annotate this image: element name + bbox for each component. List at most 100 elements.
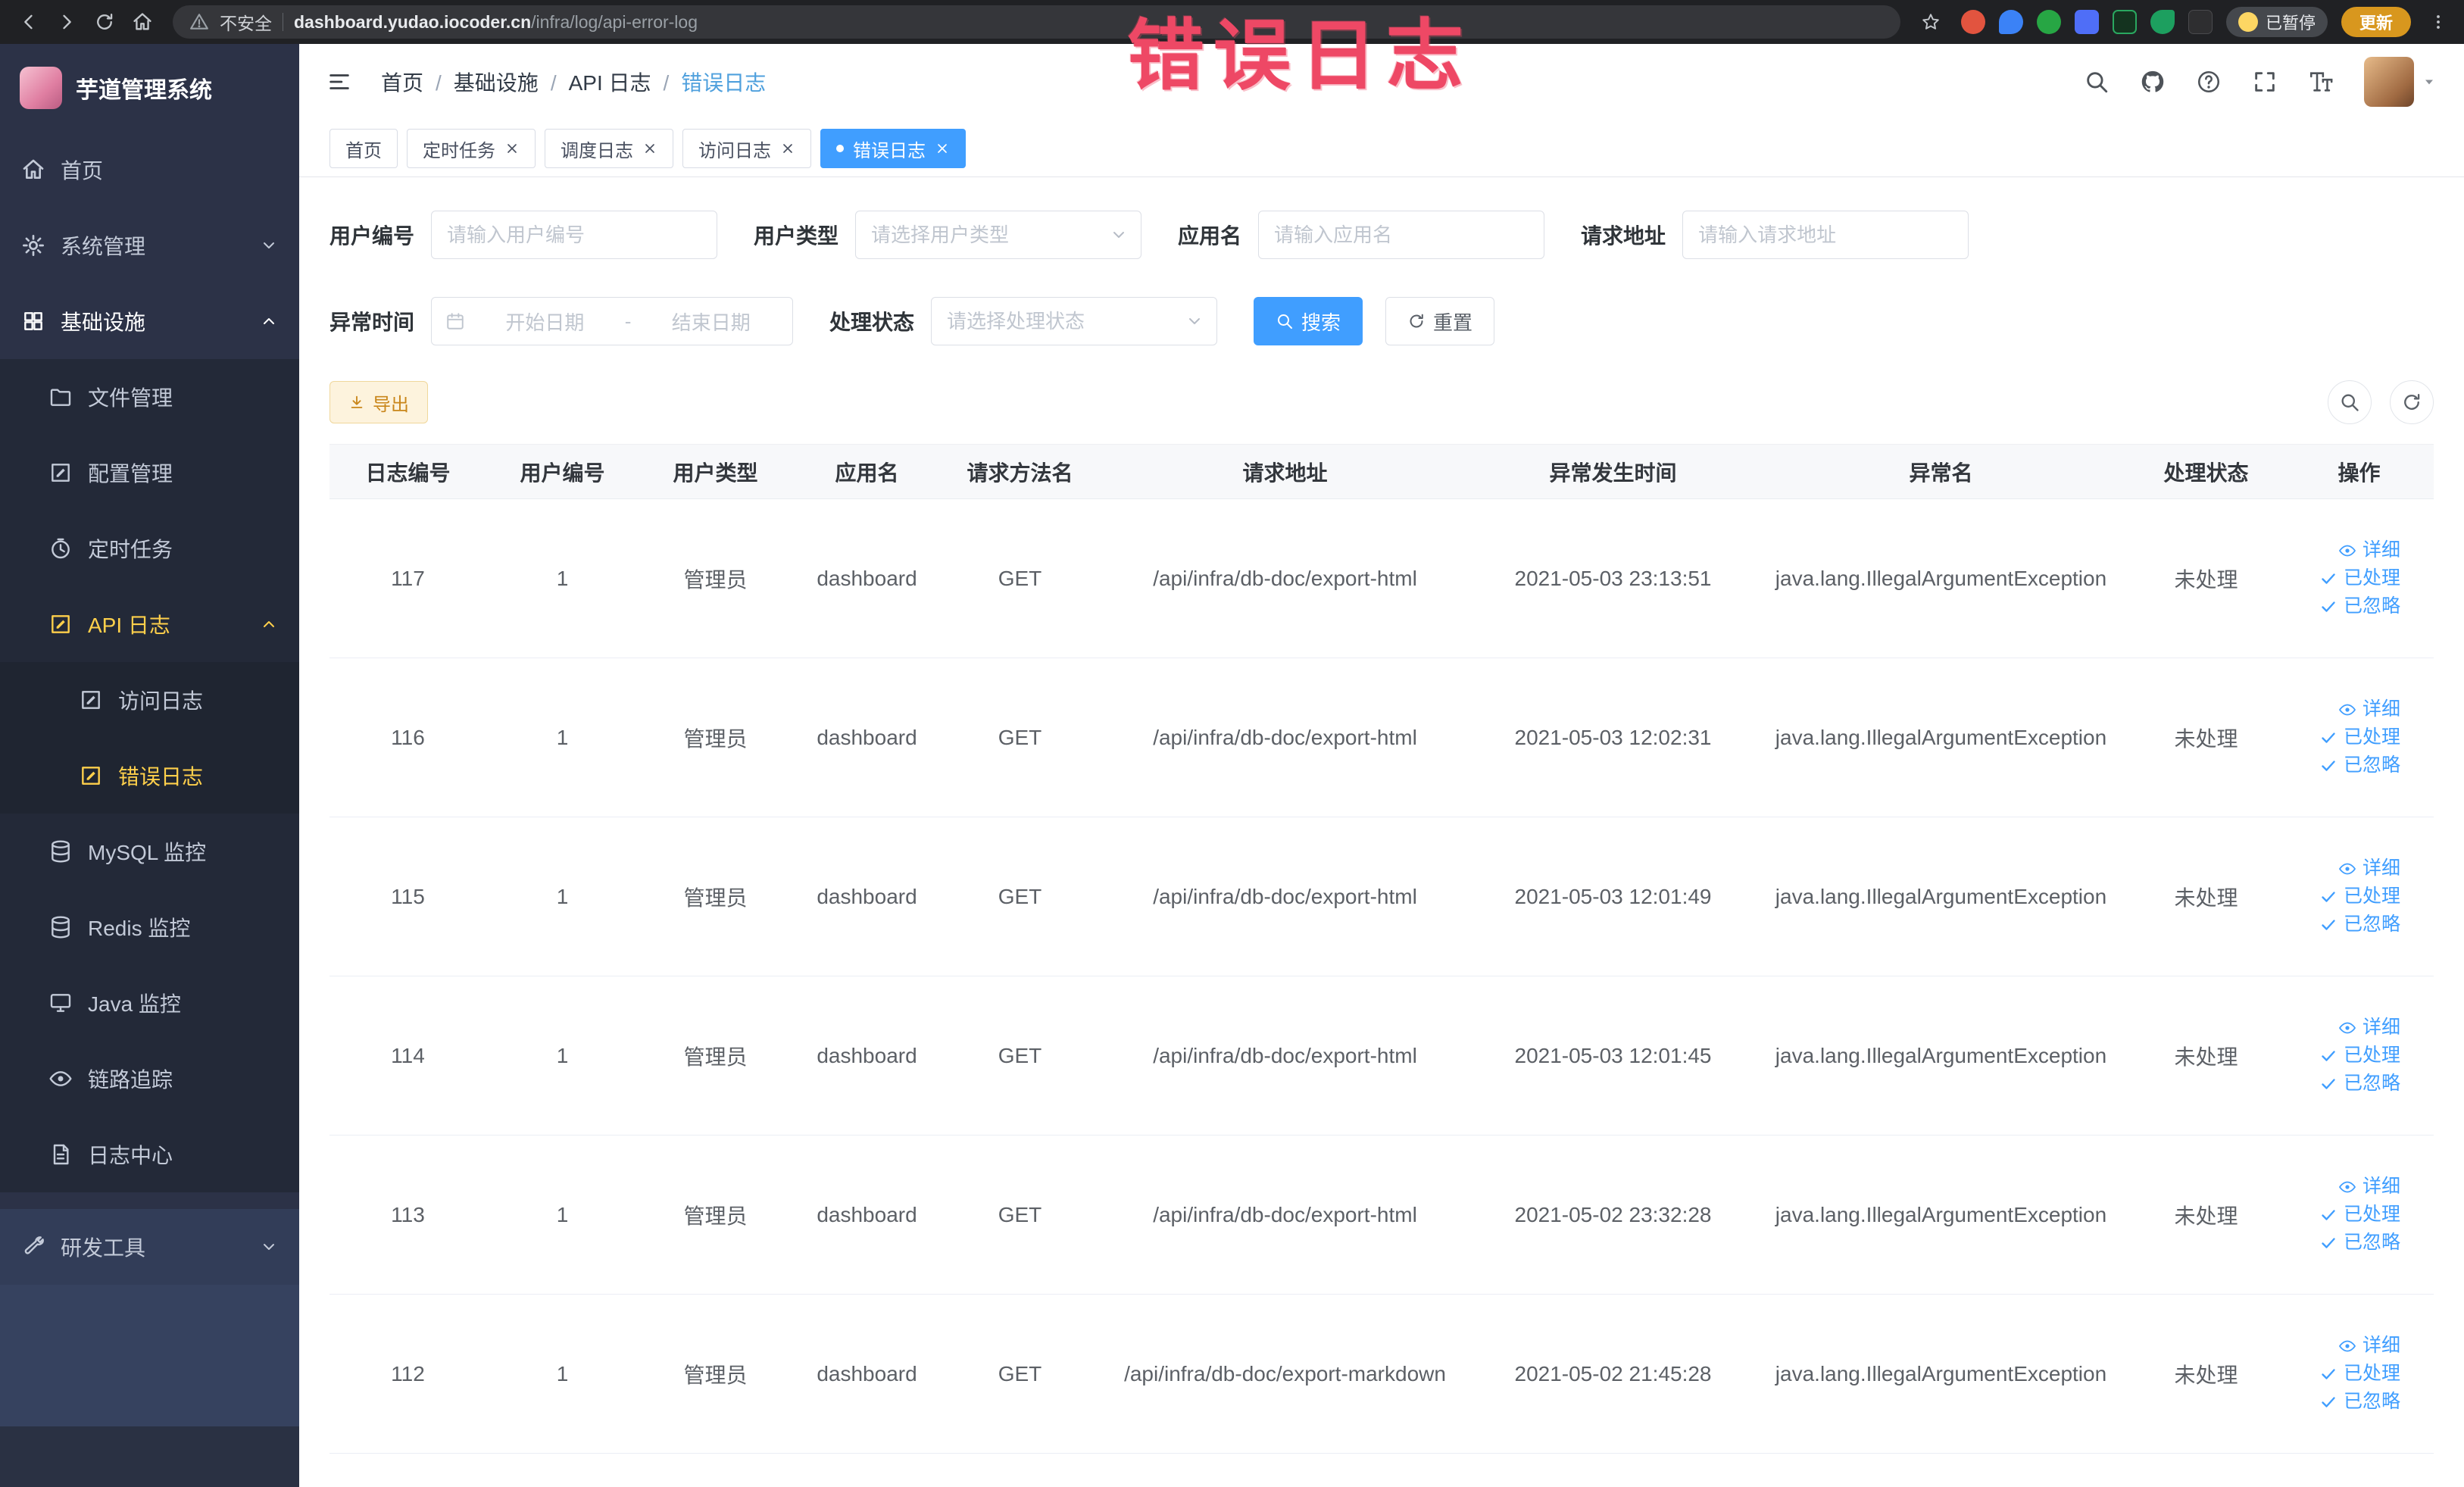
home-button[interactable] bbox=[126, 5, 159, 39]
processed-link[interactable]: 已处理 bbox=[2291, 728, 2400, 747]
sidebar-item-error-log[interactable]: 错误日志 bbox=[0, 738, 299, 814]
extension-icon[interactable] bbox=[2112, 10, 2137, 34]
reset-button[interactable]: 重置 bbox=[1385, 297, 1495, 345]
detail-link[interactable]: 详细 bbox=[2291, 541, 2400, 560]
search-button[interactable]: 搜索 bbox=[1254, 297, 1363, 345]
paused-label: 已暂停 bbox=[2265, 14, 2316, 33]
extension-icon[interactable] bbox=[2188, 10, 2213, 34]
sidebar-item-access-log[interactable]: 访问日志 bbox=[0, 662, 299, 738]
filter-row-1: 用户编号 用户类型 应用名 请求地址 bbox=[329, 211, 2434, 259]
help-icon[interactable] bbox=[2196, 68, 2223, 95]
back-button[interactable] bbox=[12, 5, 45, 39]
breadcrumb-item[interactable]: API 日志 bbox=[539, 67, 651, 97]
tab-access-log[interactable]: 访问日志 bbox=[682, 129, 811, 168]
sidebar-item-config[interactable]: 配置管理 bbox=[0, 435, 299, 511]
sidebar-item-java[interactable]: Java 监控 bbox=[0, 965, 299, 1041]
sidebar-item-home[interactable]: 首页 bbox=[0, 132, 299, 208]
processed-link[interactable]: 已处理 bbox=[2291, 569, 2400, 588]
process-status-select[interactable] bbox=[931, 297, 1218, 345]
date-range-picker[interactable]: 开始日期 - 结束日期 bbox=[431, 297, 794, 345]
detail-link[interactable]: 详细 bbox=[2291, 1177, 2400, 1196]
tab-job-log[interactable]: 调度日志 bbox=[545, 129, 673, 168]
chevron-up-icon bbox=[260, 312, 278, 330]
paused-chip[interactable]: 已暂停 bbox=[2225, 7, 2328, 37]
close-tab-icon[interactable] bbox=[935, 141, 950, 156]
tab-home[interactable]: 首页 bbox=[329, 129, 398, 168]
extension-icon[interactable] bbox=[2074, 10, 2099, 34]
processed-link[interactable]: 已处理 bbox=[2291, 1364, 2400, 1383]
check-icon bbox=[2319, 757, 2338, 775]
bookmark-star-icon[interactable] bbox=[1914, 5, 1947, 39]
detail-link[interactable]: 详细 bbox=[2291, 1336, 2400, 1355]
sidebar-item-log-center[interactable]: 日志中心 bbox=[0, 1117, 299, 1192]
extension-icon[interactable] bbox=[1998, 10, 2023, 34]
ignore-link[interactable]: 已忽略 bbox=[2291, 597, 2400, 616]
detail-link[interactable]: 详细 bbox=[2291, 1018, 2400, 1037]
ignore-link[interactable]: 已忽略 bbox=[2291, 915, 2400, 934]
close-tab-icon[interactable] bbox=[780, 141, 795, 156]
eye-icon bbox=[2338, 701, 2356, 719]
breadcrumb-item[interactable]: 首页 bbox=[381, 67, 423, 97]
sidebar-item-devtools[interactable]: 研发工具 bbox=[0, 1209, 299, 1285]
processed-link[interactable]: 已处理 bbox=[2291, 1205, 2400, 1224]
chevron-up-icon bbox=[260, 615, 278, 633]
detail-link[interactable]: 详细 bbox=[2291, 859, 2400, 878]
forward-button[interactable] bbox=[50, 5, 83, 39]
table-row: 115 1 管理员 dashboard GET/api/infra/db-doc/exp… bbox=[329, 817, 2434, 976]
eye-icon bbox=[2338, 860, 2356, 878]
user-menu[interactable] bbox=[2364, 57, 2437, 107]
browser-menu-icon[interactable] bbox=[2425, 5, 2452, 39]
breadcrumb: 首页 基础设施 API 日志 错误日志 bbox=[381, 67, 766, 97]
app-name-input[interactable] bbox=[1258, 211, 1545, 259]
sidebar-item-redis[interactable]: Redis 监控 bbox=[0, 889, 299, 965]
ignore-link[interactable]: 已忽略 bbox=[2291, 1392, 2400, 1411]
collapse-sidebar-icon[interactable] bbox=[326, 65, 360, 98]
address-bar[interactable]: 不安全 dashboard.yudao.iocoder.cn/infra/log… bbox=[173, 5, 1900, 39]
col-actions: 操作 bbox=[2284, 444, 2434, 499]
extension-icon[interactable] bbox=[1960, 10, 1985, 34]
close-tab-icon[interactable] bbox=[504, 141, 520, 156]
detail-link[interactable]: 详细 bbox=[2291, 700, 2400, 719]
extension-icon[interactable] bbox=[2150, 10, 2175, 34]
sidebar-item-file[interactable]: 文件管理 bbox=[0, 359, 299, 435]
refresh-table-button[interactable] bbox=[2390, 380, 2434, 424]
tab-error-log[interactable]: 错误日志 bbox=[820, 129, 966, 168]
gear-icon bbox=[21, 233, 45, 258]
ignore-link[interactable]: 已忽略 bbox=[2291, 1074, 2400, 1093]
check-icon bbox=[2319, 888, 2338, 906]
fullscreen-icon[interactable] bbox=[2252, 68, 2279, 95]
font-size-icon[interactable] bbox=[2308, 68, 2335, 95]
ignore-link[interactable]: 已忽略 bbox=[2291, 756, 2400, 775]
extension-icon[interactable] bbox=[2036, 10, 2061, 34]
sidebar-item-mysql[interactable]: MySQL 监控 bbox=[0, 814, 299, 889]
col-status: 处理状态 bbox=[2128, 444, 2284, 499]
check-icon bbox=[2319, 1047, 2338, 1065]
sidebar-item-api-log[interactable]: API 日志 bbox=[0, 586, 299, 662]
close-tab-icon[interactable] bbox=[642, 141, 657, 156]
user-id-input[interactable] bbox=[431, 211, 718, 259]
export-button[interactable]: 导出 bbox=[329, 381, 428, 423]
sidebar-item-system[interactable]: 系统管理 bbox=[0, 208, 299, 283]
database-icon bbox=[48, 915, 73, 939]
update-button[interactable]: 更新 bbox=[2341, 7, 2411, 37]
request-url-input[interactable] bbox=[1682, 211, 1969, 259]
table-header-row: 日志编号 用户编号 用户类型 应用名 请求方法名 请求地址 异常发生时间 异常名… bbox=[329, 444, 2434, 499]
check-icon bbox=[2319, 570, 2338, 588]
processed-link[interactable]: 已处理 bbox=[2291, 887, 2400, 906]
timer-icon bbox=[48, 536, 73, 561]
process-status-label: 处理状态 bbox=[829, 311, 915, 334]
user-type-select[interactable] bbox=[855, 211, 1142, 259]
toggle-search-button[interactable] bbox=[2328, 380, 2372, 424]
sidebar-item-job[interactable]: 定时任务 bbox=[0, 511, 299, 586]
tab-job[interactable]: 定时任务 bbox=[407, 129, 536, 168]
breadcrumb-item[interactable]: 基础设施 bbox=[423, 67, 539, 97]
sidebar-item-infra[interactable]: 基础设施 bbox=[0, 283, 299, 359]
reload-button[interactable] bbox=[88, 5, 121, 39]
search-icon[interactable] bbox=[2084, 68, 2111, 95]
ignore-link[interactable]: 已忽略 bbox=[2291, 1233, 2400, 1252]
processed-link[interactable]: 已处理 bbox=[2291, 1046, 2400, 1065]
github-icon[interactable] bbox=[2140, 68, 2167, 95]
sidebar-item-trace[interactable]: 链路追踪 bbox=[0, 1041, 299, 1117]
warning-icon bbox=[189, 12, 209, 32]
chevron-down-icon bbox=[260, 1238, 278, 1256]
